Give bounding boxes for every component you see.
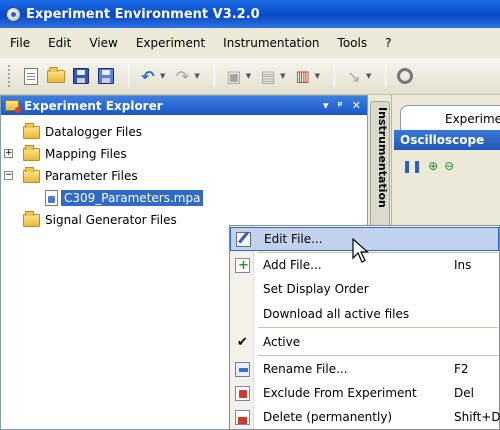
menu-file[interactable]: File xyxy=(10,36,30,50)
mouse-cursor-icon xyxy=(352,238,370,263)
menu-item-label: Rename File... xyxy=(263,362,348,376)
exclude-icon xyxy=(235,385,250,401)
menu-item-download-active-files[interactable]: Download all active files xyxy=(230,302,499,326)
toolbar-separator xyxy=(385,65,387,87)
window-title: Experiment Environment V3.2.0 xyxy=(26,6,260,22)
folder-icon xyxy=(23,123,40,139)
menu-separator xyxy=(258,327,498,328)
tool-c-dropdown-icon[interactable]: ▼ xyxy=(315,72,320,80)
save-all-icon[interactable] xyxy=(95,65,117,87)
oscilloscope-toolbar: ❚❚ ⊕ ⊖ xyxy=(394,151,500,181)
tab-experiment[interactable]: Experiment xyxy=(400,105,500,131)
explorer-title: Experiment Explorer xyxy=(24,98,163,113)
menu-item-label: Edit File... xyxy=(264,232,323,246)
undo-icon[interactable]: ↶ xyxy=(137,65,159,87)
pause-icon[interactable]: ❚❚ xyxy=(402,159,422,173)
menu-item-label: Delete (permanently) xyxy=(263,410,393,424)
main-toolbar: ↶ ▼ ↷ ▼ ▣ ▼ ▤ ▼ ▥ ▼ ↘ ▼ xyxy=(0,58,500,95)
tool-c-icon[interactable]: ▥ xyxy=(292,65,314,87)
menu-bar: File Edit View Experiment Instrumentatio… xyxy=(0,28,500,58)
tree-item-label: Datalogger Files xyxy=(45,125,143,139)
edit-icon xyxy=(236,231,251,247)
menu-item-shortcut: Ins xyxy=(454,258,472,272)
instrumentation-tab-label: Instrumentation xyxy=(376,107,389,208)
tree-item-c309-parameters[interactable]: C309_Parameters.mpa xyxy=(1,187,367,209)
tree-item-parameter-files[interactable]: − Parameter Files xyxy=(1,165,367,187)
menu-item-shortcut: F2 xyxy=(454,362,469,376)
tool-d-dropdown-icon[interactable]: ▼ xyxy=(366,72,371,80)
redo-dropdown-icon[interactable]: ▼ xyxy=(194,72,199,80)
menu-item-label: Active xyxy=(263,335,301,349)
save-icon[interactable] xyxy=(70,65,92,87)
dropdown-icon[interactable]: ▾ xyxy=(323,99,329,112)
menu-instrumentation[interactable]: Instrumentation xyxy=(223,36,319,50)
explorer-header: Experiment Explorer ▾ ᵖ ✕ xyxy=(1,96,367,115)
tree-item-label: C309_Parameters.mpa xyxy=(61,190,204,206)
menu-edit[interactable]: Edit xyxy=(48,36,71,50)
explorer-icon xyxy=(5,100,21,113)
toolbar-separator xyxy=(213,65,215,87)
pin-icon[interactable]: ᵖ xyxy=(338,99,343,112)
menu-item-label: Set Display Order xyxy=(263,282,369,296)
menu-experiment[interactable]: Experiment xyxy=(136,36,205,50)
menu-item-set-display-order[interactable]: Set Display Order xyxy=(230,277,499,301)
folder-icon xyxy=(23,145,40,161)
folder-icon xyxy=(23,211,40,227)
checkmark-icon: ✔ xyxy=(237,334,248,350)
tree-item-label: Mapping Files xyxy=(45,147,127,161)
toolbar-separator xyxy=(333,65,335,87)
menu-item-active[interactable]: ✔ Active xyxy=(230,330,499,354)
toolbar-grip[interactable] xyxy=(8,65,12,87)
tree-item-label: Parameter Files xyxy=(45,169,138,183)
tree-item-datalogger-files[interactable]: Datalogger Files xyxy=(1,121,367,143)
menu-item-label: Download all active files xyxy=(263,307,410,321)
redo-icon[interactable]: ↷ xyxy=(171,65,193,87)
tool-a-dropdown-icon[interactable]: ▼ xyxy=(246,72,251,80)
menu-item-rename-file[interactable]: Rename File... F2 xyxy=(230,357,499,381)
tool-b-icon[interactable]: ▤ xyxy=(257,65,279,87)
delete-icon xyxy=(235,409,250,425)
menu-item-shortcut: Del xyxy=(454,386,474,400)
add-file-icon xyxy=(235,257,250,273)
menu-item-exclude-from-experiment[interactable]: Exclude From Experiment Del xyxy=(230,381,499,405)
zoom-in-icon[interactable]: ⊕ xyxy=(428,159,438,173)
menu-item-delete-permanently[interactable]: Delete (permanently) Shift+Del xyxy=(230,405,500,429)
expand-icon[interactable]: + xyxy=(4,149,13,158)
title-bar: Experiment Environment V3.2.0 xyxy=(0,0,500,28)
menu-item-shortcut: Shift+Del xyxy=(454,410,500,424)
menu-view[interactable]: View xyxy=(89,36,117,50)
tool-a-icon[interactable]: ▣ xyxy=(223,65,245,87)
undo-dropdown-icon[interactable]: ▼ xyxy=(160,72,165,80)
oscilloscope-header: Oscilloscope xyxy=(394,130,500,150)
open-folder-icon[interactable] xyxy=(45,65,67,87)
tree-item-label: Signal Generator Files xyxy=(45,213,177,227)
app-icon xyxy=(6,6,21,22)
menu-help[interactable]: ? xyxy=(385,36,391,50)
file-tree: Datalogger Files + Mapping Files − Param… xyxy=(1,115,367,231)
tool-d-icon[interactable]: ↘ xyxy=(343,65,365,87)
menu-separator xyxy=(258,355,498,356)
menu-tools[interactable]: Tools xyxy=(338,36,368,50)
tree-item-mapping-files[interactable]: + Mapping Files xyxy=(1,143,367,165)
toolbar-separator xyxy=(128,65,129,87)
parameter-file-icon xyxy=(45,190,58,206)
zoom-out-icon[interactable]: ⊖ xyxy=(444,159,454,173)
close-icon[interactable]: ✕ xyxy=(352,99,361,112)
menu-item-label: Exclude From Experiment xyxy=(263,386,417,400)
collapse-icon[interactable]: − xyxy=(4,171,13,180)
tool-b-dropdown-icon[interactable]: ▼ xyxy=(280,72,285,80)
settings-icon[interactable] xyxy=(394,65,416,87)
menu-item-label: Add File... xyxy=(263,258,322,272)
rename-icon xyxy=(235,361,250,377)
new-document-icon[interactable] xyxy=(20,65,42,87)
folder-icon xyxy=(23,167,40,183)
